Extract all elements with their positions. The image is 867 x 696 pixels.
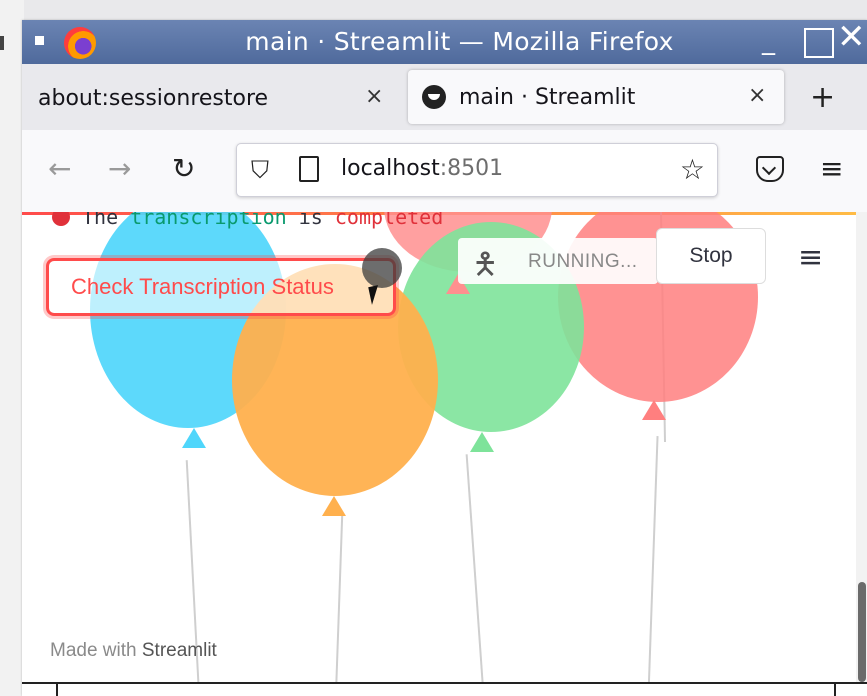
stop-button[interactable]: Stop [656,228,766,284]
footer-brand-link[interactable]: Streamlit [142,640,217,661]
desktop-mark [0,36,4,50]
tab-label: about:sessionrestore [38,86,269,111]
status-message: The transcription is completed [52,212,443,229]
edge-tick [56,684,58,696]
maximize-button[interactable] [804,28,834,58]
url-host: localhost [341,156,440,181]
window-bottom-edge [22,682,867,696]
status-text-code1: transcription [130,212,287,229]
balloon-string [465,454,485,694]
balloon-knot [642,400,666,420]
edge-tick [834,684,836,696]
url-text[interactable]: localhost:8501 [341,156,503,181]
page-icon[interactable] [299,156,319,182]
navigation-toolbar: ← → ↻ ⛉ localhost:8501 ☆ ≡ [22,130,867,213]
tab-close-icon[interactable]: × [748,83,766,108]
balloon-knot [322,496,346,516]
pocket-icon[interactable] [756,156,784,182]
tab-main-streamlit[interactable]: main · Streamlit × [408,70,784,124]
tab-bar: about:sessionrestore × main · Streamlit … [22,64,867,130]
star-icon[interactable]: ☆ [680,153,705,186]
running-label: RUNNING... [528,251,638,272]
new-tab-button[interactable]: + [810,80,835,115]
close-window-button[interactable]: ✕ [837,20,866,54]
status-text-code2: completed [334,212,444,229]
forward-button[interactable]: → [108,152,131,185]
balloon-knot [470,432,494,452]
status-text-prefix: The [82,212,131,229]
reload-button[interactable]: ↻ [172,152,195,185]
url-port: :8501 [439,156,504,181]
tab-label: main · Streamlit [459,85,636,110]
back-button[interactable]: ← [48,152,71,185]
minimize-button[interactable]: _ [762,26,775,56]
made-with-streamlit-footer[interactable]: Made with Streamlit [50,640,217,662]
desktop-background [0,0,24,696]
tab-favicon-icon [422,85,446,109]
running-status-widget: 🯅 RUNNING... [458,238,658,284]
status-text-mid: is [286,212,335,229]
window-title: main · Streamlit — Mozilla Firefox [245,27,674,56]
balloon-string [334,512,344,696]
check-transcription-status-button[interactable]: Check Transcription Status [46,258,396,316]
app-main-menu-icon[interactable]: ≡ [798,240,823,275]
hamburger-menu-icon[interactable]: ≡ [820,152,843,185]
balloon-knot [182,428,206,448]
cursor-highlight [362,248,402,288]
tab-sessionrestore[interactable]: about:sessionrestore × [22,64,402,130]
url-bar[interactable]: ⛉ localhost:8501 ☆ [236,143,718,197]
balloon-string [647,436,659,696]
scrollbar-thumb[interactable] [858,582,866,682]
tab-close-icon[interactable]: × [365,84,383,109]
firefox-window: main · Streamlit — Mozilla Firefox _ ✕ a… [22,20,867,696]
title-bar: main · Streamlit — Mozilla Firefox _ ✕ [22,20,867,64]
footer-prefix: Made with [50,640,142,661]
running-person-icon: 🯅 [472,247,499,282]
shield-icon[interactable]: ⛉ [251,156,269,184]
streamlit-app: The transcription is completed Check Tra… [22,212,867,696]
error-dot-icon [52,212,70,226]
